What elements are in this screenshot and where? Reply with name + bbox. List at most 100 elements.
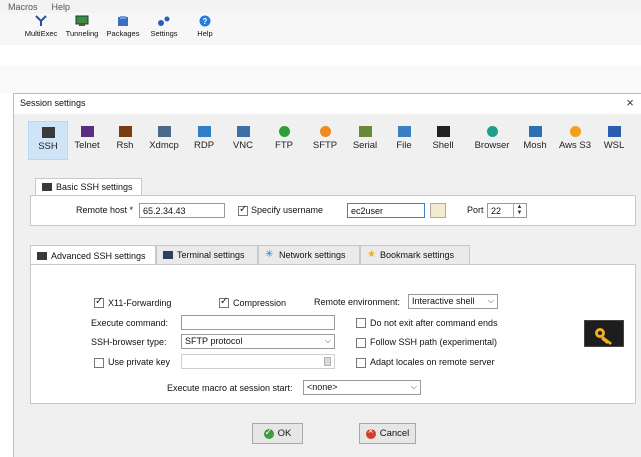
remote-host-input[interactable] [139,203,225,218]
session-type-label: SFTP [312,140,338,151]
dialog-title: Session settings [20,98,86,108]
xdmcp-icon [157,126,171,137]
main-toolbar: MultiExec Tunneling Packages Settings ? … [0,13,641,45]
telnet-icon [80,126,94,137]
session-type-rdp[interactable]: RDP [184,121,224,160]
session-type-sftp[interactable]: SFTP [305,121,345,160]
session-type-serial[interactable]: Serial [345,121,385,160]
execute-command-input[interactable] [181,315,335,330]
follow-ssh-path-label: Follow SSH path (experimental) [370,337,498,347]
session-type-xdmcp[interactable]: Xdmcp [144,121,184,160]
compression-checkbox[interactable] [219,296,229,308]
session-type-label: Serial [352,140,378,151]
ok-button[interactable]: OK [252,423,303,444]
dialog-title-bar: Session settings × [14,94,641,114]
specify-username-checkbox[interactable] [238,204,248,216]
terminal-icon [163,251,173,259]
private-key-checkbox[interactable] [94,358,104,368]
svg-text:?: ? [203,17,208,26]
browser-type-value: SFTP protocol [185,336,243,346]
tunneling-icon [75,15,89,26]
cancel-button[interactable]: Cancel [359,423,416,444]
chevron-down-icon: ⌵ [324,336,331,345]
session-type-aws-s3[interactable]: Aws S3 [555,121,595,160]
follow-ssh-path-checkbox[interactable] [356,338,366,348]
cancel-icon [365,426,376,439]
ftp-icon [278,126,290,137]
macro-value: <none> [307,382,338,392]
file-browse-icon[interactable] [324,357,331,366]
rsh-icon [118,126,132,137]
mosh-icon [528,126,542,137]
ok-label: OK [277,428,292,439]
ssh-icon [41,127,55,138]
session-type-label: Rsh [116,140,134,151]
chevron-down-icon: ⌵ [487,296,494,305]
session-type-ssh[interactable]: SSH [28,121,68,160]
user-picker-icon[interactable] [430,203,446,218]
session-type-label: WSL [603,140,625,151]
session-settings-dialog: Session settings × SSH Telnet Rsh Xdmcp … [13,93,641,457]
macro-select[interactable]: <none> ⌵ [303,380,421,395]
toolbar-label: MultiExec [24,29,58,38]
help-icon: ? [199,15,211,27]
cancel-label: Cancel [379,428,410,439]
session-type-wsl[interactable]: WSL [594,121,634,160]
x11-forwarding-label: X11-Forwarding [108,298,172,308]
session-type-rsh[interactable]: Rsh [105,121,145,160]
chevron-down-icon: ⌵ [410,382,417,391]
menu-bar: Macros Help [0,0,641,13]
session-type-file[interactable]: File [384,121,424,160]
settings-icon [158,16,170,26]
tab-network[interactable]: ✳ Network settings [258,245,360,264]
session-type-ftp[interactable]: FTP [264,121,304,160]
session-type-label: VNC [232,140,254,151]
background-area [0,45,641,93]
no-exit-checkbox[interactable] [356,318,366,328]
session-type-shell[interactable]: Shell [423,121,463,160]
session-type-label: Mosh [523,140,547,151]
network-icon: ✳ [265,249,274,260]
session-type-browser[interactable]: Browser [472,121,512,160]
port-spinner-icon[interactable]: ▲ ▼ [513,204,525,217]
menu-macros[interactable]: Macros [8,2,38,12]
packages-icon [118,16,128,26]
toolbar-packages-button[interactable]: Packages [102,15,144,38]
tab-bookmark[interactable]: ★ Bookmark settings [360,245,470,264]
wsl-icon [607,126,621,137]
basic-settings-title: Basic SSH settings [56,182,133,192]
toolbar-settings-button[interactable]: Settings [143,15,185,38]
private-key-input[interactable] [181,354,335,369]
sftp-icon [319,126,331,137]
remote-environment-value: Interactive shell [412,296,475,306]
port-label: Port [467,205,484,215]
close-icon[interactable]: × [623,95,637,110]
toolbar-tunneling-button[interactable]: Tunneling [61,15,103,38]
key-icon [595,328,612,345]
toolbar-multiexec-button[interactable]: MultiExec [20,15,62,38]
session-type-vnc[interactable]: VNC [223,121,263,160]
tab-terminal[interactable]: Terminal settings [156,245,258,264]
toolbar-label: Packages [106,29,140,38]
browser-type-label: SSH-browser type: [91,337,167,347]
session-type-telnet[interactable]: Telnet [67,121,107,160]
toolbar-label: Settings [150,29,178,38]
browser-type-select[interactable]: SFTP protocol ⌵ [181,334,335,349]
tab-label: Terminal settings [177,250,245,260]
session-type-label: Aws S3 [558,140,592,151]
adapt-locales-checkbox[interactable] [356,358,366,368]
toolbar-help-button[interactable]: ? Help [184,15,226,38]
session-type-mosh[interactable]: Mosh [515,121,555,160]
private-key-generator-button[interactable] [584,320,624,347]
advanced-settings-panel: X11-Forwarding Compression Remote enviro… [30,264,636,404]
session-type-label: FTP [275,140,293,151]
username-input[interactable] [347,203,425,218]
menu-help[interactable]: Help [52,2,71,12]
tab-advanced-ssh[interactable]: Advanced SSH settings [30,245,156,265]
session-type-label: RDP [193,140,215,151]
advanced-ssh-icon [37,251,47,260]
vnc-icon [236,126,250,137]
basic-settings-panel: Remote host * Specify username Port ▲▼ [30,195,636,226]
x11-forwarding-checkbox[interactable] [94,296,104,308]
remote-environment-select[interactable]: Interactive shell ⌵ [408,294,498,309]
